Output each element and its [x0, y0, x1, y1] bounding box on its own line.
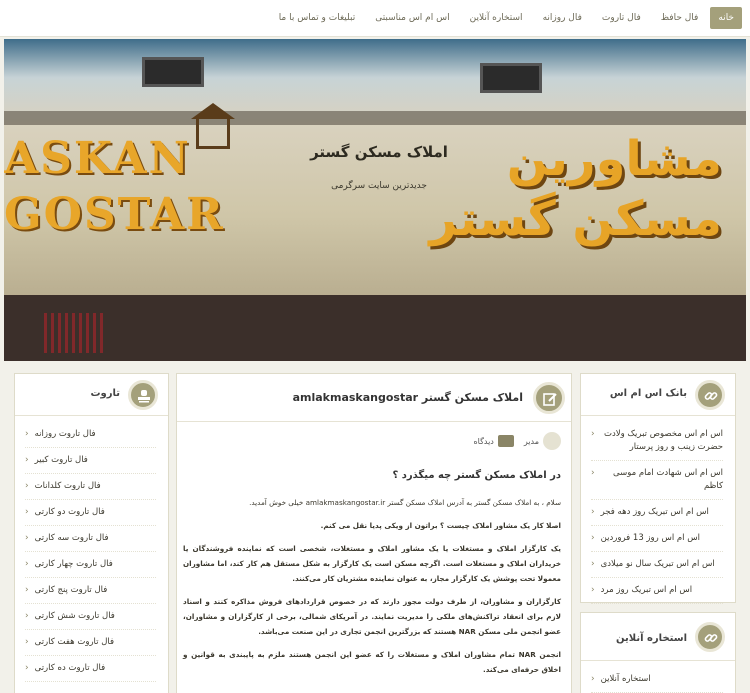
post-header: املاک مسکن گستر amlakmaskangostar [177, 374, 571, 422]
nav-item-contact[interactable]: تبلیغات و تماس با ما [271, 7, 364, 29]
site-title[interactable]: املاک مسکن گستر [294, 143, 464, 161]
list-item[interactable]: ‹ اس ام اس روز 13 فروردین [591, 526, 723, 552]
nav-menu: خانه فال حافظ فال تاروت فال روزانه استخا… [271, 7, 742, 29]
list-item[interactable]: ‹ اس ام اس تبریک روز مرد [591, 578, 723, 604]
sms-bank-header: بانک اس ام اس [581, 374, 735, 416]
header-banner: ASKAN GOSTAR مشاورین مسکن گستر املاک مسک… [4, 39, 746, 361]
sms-bank-title: بانک اس ام اس [609, 388, 687, 399]
list-item[interactable]: ‹ فال تاروت کلدانات [25, 474, 156, 500]
tarot-widget-header: تاروت [15, 374, 168, 416]
nav-item-tarot[interactable]: فال تاروت [594, 7, 649, 29]
sign-persian-text: مشاورین مسکن گستر [429, 129, 722, 249]
list-item[interactable]: ‹ فال تاروت روزانه [25, 422, 156, 448]
list-item[interactable]: ‹ اس ام اس مخصوص تبریک ولادت حضرت زینب و … [591, 422, 723, 461]
sign-en-line1: ASKAN [4, 133, 191, 184]
list-item[interactable]: ‹ فال تاروت هفت کارتی [25, 630, 156, 656]
chevron-left-icon: ‹ [591, 468, 595, 478]
post-title[interactable]: املاک مسکن گستر amlakmaskangostar [293, 391, 523, 404]
post-paragraph: کارگزاران و مشاوران، از طرف دولت مجوز دا… [183, 597, 561, 636]
chevron-left-icon: ‹ [591, 559, 595, 569]
post-paragraph: یک کارگزار املاک و مستغلات یا یک مشاور ا… [183, 544, 561, 583]
tarot-widget: تاروت ‹ فال تاروت روزانه ‹ فال تاروت کبیر … [14, 373, 169, 693]
sms-list: ‹ اس ام اس مخصوص تبریک ولادت حضرت زینب و … [581, 416, 735, 604]
list-item[interactable]: ‹ فال تاروت شش کارتی [25, 604, 156, 630]
link-icon [695, 622, 725, 652]
tarot-list: ‹ فال تاروت روزانه ‹ فال تاروت کبیر ‹ فال ت… [15, 416, 168, 682]
chevron-left-icon: ‹ [591, 674, 595, 684]
post-meta: مدیر دیدگاه [473, 432, 561, 450]
nav-item-daily[interactable]: فال روزانه [535, 7, 590, 29]
sign-english-text: ASKAN GOSTAR [4, 131, 225, 243]
chevron-left-icon: ‹ [591, 585, 595, 595]
post-paragraph: سلام ، به املاک مسکن گستر به آدرس املاک … [249, 498, 561, 507]
estekhare-title: استخاره آنلاین [616, 633, 687, 644]
list-item[interactable]: ‹ اس ام اس تبریک روز دهه فجر [591, 500, 723, 526]
chevron-left-icon: ‹ [25, 507, 29, 517]
nav-item-sms[interactable]: اس ام اس مناسبتی [367, 7, 457, 29]
comment-label: دیدگاه [473, 436, 494, 446]
stamp-icon [128, 380, 158, 410]
post-comments[interactable]: دیدگاه [473, 435, 514, 447]
nav-item-home[interactable]: خانه [710, 7, 742, 29]
chevron-left-icon: ‹ [25, 663, 29, 673]
tarot-widget-title: تاروت [90, 388, 120, 399]
list-item[interactable]: ‹ اس ام اس تبریک سال نو میلادی [591, 552, 723, 578]
list-item[interactable]: ‹ فال تاروت چهار کارتی [25, 552, 156, 578]
estekhare-widget: استخاره آنلاین ‹ استخاره آنلاین [580, 612, 736, 693]
chevron-left-icon: ‹ [591, 507, 595, 517]
top-navigation: خانه فال حافظ فال تاروت فال روزانه استخا… [0, 0, 750, 37]
post-heading: در املاک مسکن گستر چه میگذرد ؟ [392, 470, 561, 481]
chevron-left-icon: ‹ [25, 559, 29, 569]
estekhare-header: استخاره آنلاین [581, 613, 735, 661]
list-item[interactable]: ‹ فال تاروت دو کارتی [25, 500, 156, 526]
list-item[interactable]: ‹ فال تاروت ده کارتی [25, 656, 156, 682]
post-article: املاک مسکن گستر amlakmaskangostar مدیر د… [176, 373, 572, 693]
chevron-left-icon: ‹ [25, 481, 29, 491]
sms-bank-widget: بانک اس ام اس ‹ اس ام اس مخصوص تبریک ولاد… [580, 373, 736, 604]
chevron-left-icon: ‹ [25, 455, 29, 465]
list-item[interactable]: ‹ فال تاروت پنج کارتی [25, 578, 156, 604]
list-item[interactable]: ‹ فال تاروت کبیر [25, 448, 156, 474]
chevron-left-icon: ‹ [25, 585, 29, 595]
edit-icon [533, 382, 565, 414]
link-icon [695, 380, 725, 410]
list-item[interactable]: ‹ استخاره آنلاین [591, 667, 723, 693]
post-paragraph: انجمن NAR تمام مشاوران املاک و مستغلات ر… [183, 650, 561, 674]
post-paragraph: اصلا کار یک مشاور املاک چیست ؟ براتون از… [320, 521, 561, 530]
site-tagline: جدیدترین سایت سرگرمی [331, 181, 427, 191]
nav-item-hafez[interactable]: فال حافظ [653, 7, 707, 29]
sign-rail [4, 111, 746, 125]
led-display [44, 313, 104, 353]
chevron-left-icon: ‹ [25, 429, 29, 439]
chevron-left-icon: ‹ [591, 533, 595, 543]
spotlight-left [142, 57, 204, 87]
author-name: مدیر [523, 436, 539, 446]
chevron-left-icon: ‹ [591, 429, 595, 439]
user-icon [543, 432, 561, 450]
sign-en-line2: GOSTAR [4, 189, 225, 240]
sign-fa-line1: مشاورین [506, 131, 722, 187]
nav-item-estekhare[interactable]: استخاره آنلاین [462, 7, 531, 29]
list-item[interactable]: ‹ اس ام اس شهادت امام موسی کاظم [591, 461, 723, 500]
spotlight-right [480, 63, 542, 93]
sign-fa-line2: مسکن گستر [429, 191, 722, 247]
list-item[interactable]: ‹ فال تاروت سه کارتی [25, 526, 156, 552]
chevron-left-icon: ‹ [25, 637, 29, 647]
post-author[interactable]: مدیر [524, 432, 561, 450]
chevron-left-icon: ‹ [25, 611, 29, 621]
shopfront [4, 295, 746, 361]
comment-icon [497, 435, 514, 447]
estekhare-list: ‹ استخاره آنلاین [581, 661, 735, 693]
chevron-left-icon: ‹ [25, 533, 29, 543]
post-body: در املاک مسکن گستر چه میگذرد ؟ سلام ، به… [183, 470, 561, 685]
